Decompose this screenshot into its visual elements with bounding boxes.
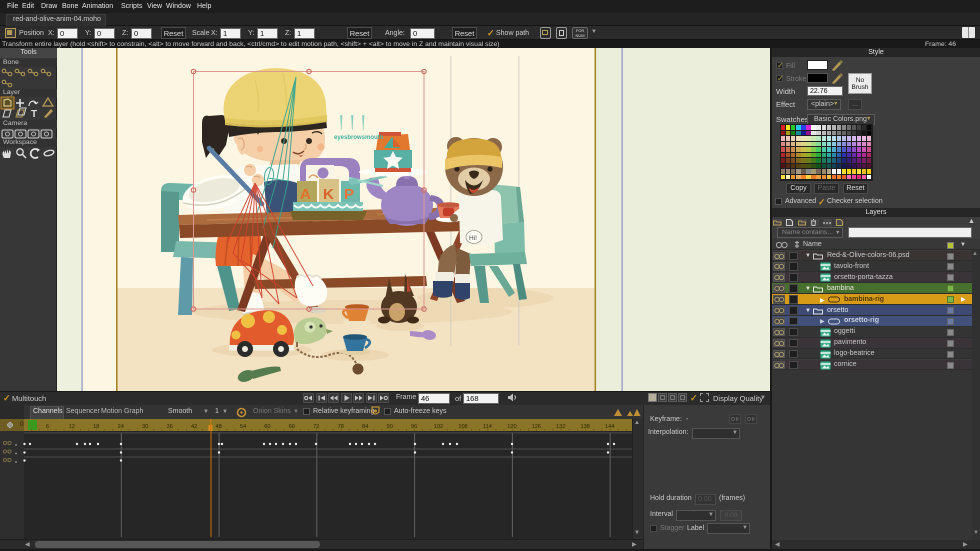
svg-text:P: P (344, 186, 354, 203)
svg-text:Hi!: Hi! (469, 235, 477, 242)
svg-text:A: A (300, 186, 311, 203)
svg-text:eyesbrowsmouth: eyesbrowsmouth (334, 135, 384, 141)
svg-text:T: T (31, 109, 37, 120)
svg-text:K: K (323, 186, 334, 203)
